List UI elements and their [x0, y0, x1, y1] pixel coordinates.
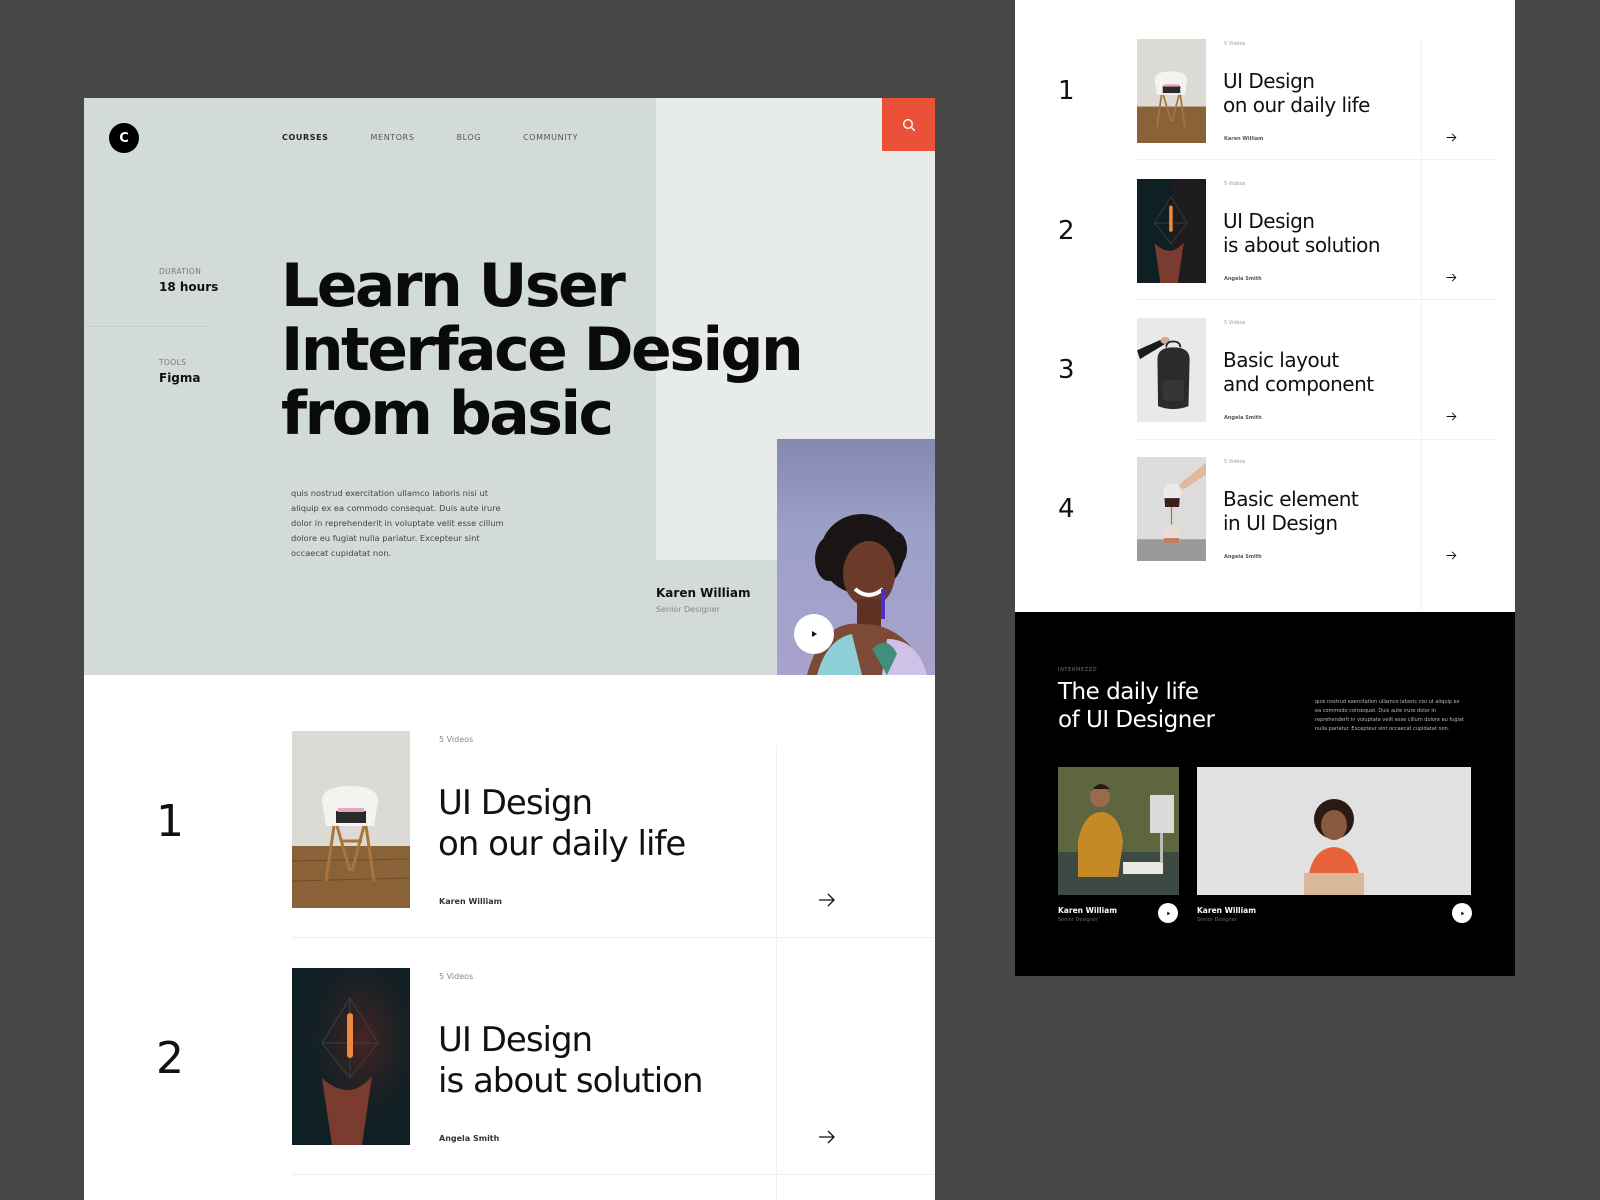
- course-video-count: 5 Videos: [1224, 41, 1246, 47]
- main-nav: COURSES MENTORS BLOG COMMUNITY: [282, 133, 620, 142]
- course-author: Angela Smith: [1224, 554, 1262, 560]
- search-button[interactable]: [882, 98, 935, 151]
- course-thumbnail-chair: [1137, 39, 1206, 143]
- course-author: Angela Smith: [1224, 415, 1262, 421]
- course-separator: [292, 1174, 935, 1175]
- course-landing-page: C COURSES MENTORS BLOG COMMUNITY DURATIO…: [84, 98, 935, 1200]
- course-item-1[interactable]: 1 5 Videos UI Design on our daily life K…: [84, 731, 935, 968]
- course-item-2[interactable]: 2 5 Videos UI Design is about solution A…: [84, 968, 935, 1200]
- course-number: 1: [156, 796, 184, 847]
- instructor-name: Karen William: [656, 586, 751, 600]
- arrow-right-icon[interactable]: [818, 1130, 836, 1144]
- instructor-info: Karen William Senior Designer: [656, 586, 750, 614]
- play-icon: [1460, 911, 1465, 916]
- course-video-count: 5 Videos: [1224, 320, 1246, 326]
- hero-description: quis nostrud exercitation ullamco labori…: [291, 488, 504, 558]
- video-1-presenter-name: Karen William: [1058, 906, 1118, 915]
- tools-info: TOOLS Figma: [159, 358, 201, 385]
- course-author: Angela Smith: [439, 1134, 500, 1143]
- tools-label: TOOLS: [159, 358, 187, 367]
- arrow-right-icon[interactable]: [818, 893, 836, 907]
- course-title[interactable]: Basic layout and component: [1223, 348, 1374, 396]
- course-title[interactable]: UI Design on our daily life: [1223, 69, 1370, 117]
- nav-community[interactable]: COMMUNITY: [523, 133, 578, 142]
- duration-label: DURATION: [159, 267, 202, 276]
- course-separator: [1137, 159, 1497, 160]
- play-video-button[interactable]: [794, 614, 834, 654]
- video-1-presenter-role: Senior Designer: [1058, 917, 1098, 923]
- tools-value: Figma: [159, 371, 201, 385]
- course-number: 4: [1058, 494, 1075, 524]
- course-list-page: 1 5 Videos UI Design on our daily life K…: [1015, 0, 1515, 612]
- course-thumbnail-backpack: [1137, 318, 1206, 422]
- play-video-1-button[interactable]: [1158, 903, 1178, 923]
- video-2-presenter-role: Senior Designer: [1197, 917, 1237, 923]
- course-title[interactable]: UI Design is about solution: [438, 1020, 704, 1102]
- course-number: 3: [1058, 355, 1075, 385]
- course-number: 2: [1058, 216, 1075, 246]
- nav-courses[interactable]: COURSES: [282, 133, 329, 142]
- arrow-right-icon[interactable]: [1446, 412, 1457, 421]
- course-list-item-2[interactable]: 2 5 Videos UI Design is about solution A…: [1015, 179, 1515, 318]
- course-number: 1: [1058, 76, 1075, 106]
- intermezzo-description: quis nostrud exercitation ullamco labori…: [1315, 699, 1464, 732]
- arrow-right-icon[interactable]: [1446, 273, 1457, 282]
- course-separator: [1137, 299, 1497, 300]
- video-thumbnail-1[interactable]: [1058, 767, 1179, 895]
- logo-letter: C: [119, 130, 129, 146]
- course-video-count: 5 Videos: [1224, 181, 1246, 187]
- meta-divider: [84, 326, 210, 327]
- course-thumbnail-lamp: [1137, 179, 1206, 283]
- duration-value: 18 hours: [159, 280, 219, 294]
- intermezzo-kicker: INTERMEZZO: [1058, 667, 1098, 673]
- play-icon: [1166, 911, 1171, 916]
- course-list-item-1[interactable]: 1 5 Videos UI Design on our daily life K…: [1015, 39, 1515, 178]
- nav-blog[interactable]: BLOG: [457, 133, 482, 142]
- play-icon: [810, 630, 818, 638]
- duration-info: DURATION 18 hours: [159, 267, 218, 294]
- course-video-count: 5 Videos: [439, 972, 474, 981]
- intermezzo-section: INTERMEZZO The daily life of UI Designer…: [1015, 612, 1515, 976]
- course-number: 2: [156, 1033, 184, 1084]
- course-author: Karen William: [439, 897, 502, 906]
- hero-section: C COURSES MENTORS BLOG COMMUNITY DURATIO…: [84, 98, 935, 675]
- logo[interactable]: C: [109, 123, 139, 153]
- course-separator: [292, 937, 935, 938]
- instructor-role: Senior Designer: [656, 605, 720, 614]
- video-thumbnail-2[interactable]: [1197, 767, 1471, 895]
- search-icon: [902, 118, 916, 132]
- course-thumbnail-chair: [292, 731, 410, 908]
- course-title[interactable]: UI Design is about solution: [1223, 209, 1381, 257]
- course-list-item-3[interactable]: 3 5 Videos Basic layout and component An…: [1015, 318, 1515, 457]
- video-2-presenter-name: Karen William: [1197, 906, 1257, 915]
- course-video-count: 5 Videos: [439, 735, 474, 744]
- course-video-count: 5 Videos: [1224, 459, 1246, 465]
- arrow-right-icon[interactable]: [1446, 133, 1457, 142]
- course-title[interactable]: Basic element in UI Design: [1223, 487, 1359, 535]
- intermezzo-title: The daily life of UI Designer: [1058, 679, 1215, 733]
- arrow-right-icon[interactable]: [1446, 551, 1457, 560]
- course-thumbnail-lamp: [292, 968, 410, 1145]
- course-author: Karen William: [1224, 136, 1264, 142]
- nav-mentors[interactable]: MENTORS: [371, 133, 415, 142]
- course-list-item-4[interactable]: 4 5 Videos Basic element in UI Design An…: [1015, 457, 1515, 596]
- course-title[interactable]: UI Design on our daily life: [438, 783, 686, 865]
- course-thumbnail-coffee: [1137, 457, 1206, 561]
- course-separator: [1137, 439, 1497, 440]
- play-video-2-button[interactable]: [1452, 903, 1472, 923]
- course-author: Angela Smith: [1224, 276, 1262, 282]
- hero-title: Learn User Interface Design from basic: [281, 251, 804, 449]
- instructor-photo: [777, 439, 935, 675]
